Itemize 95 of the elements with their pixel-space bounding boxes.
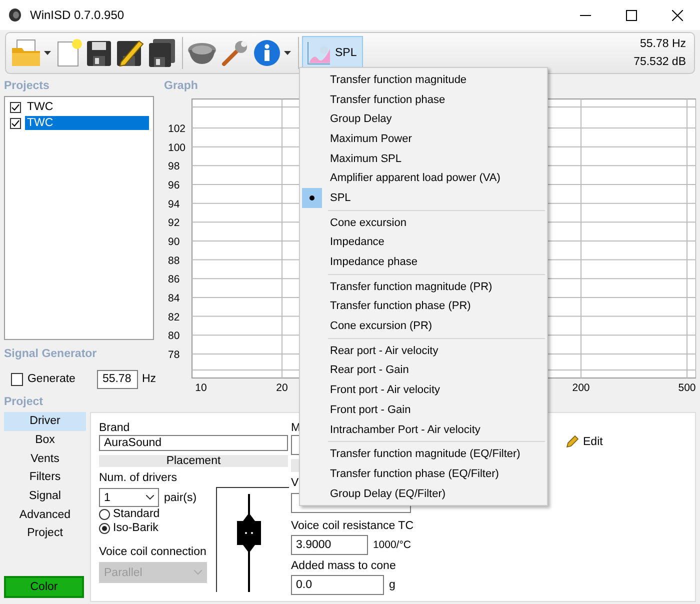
menu-item[interactable]: Cone excursion: [300, 212, 547, 232]
axis-label: 88: [168, 254, 180, 267]
close-icon[interactable]: [672, 10, 682, 20]
project-item[interactable]: TWC: [25, 100, 56, 114]
project-item[interactable]: TWC: [25, 116, 149, 130]
nav-tab[interactable]: Signal: [4, 486, 86, 506]
menu-item[interactable]: Transfer function magnitude (EQ/Filter): [300, 444, 547, 464]
radio-button[interactable]: [99, 522, 110, 534]
unit-label: 1000/°C: [372, 539, 411, 551]
caret-icon[interactable]: [284, 51, 291, 55]
nav-tab[interactable]: Box: [4, 430, 86, 450]
maximize-icon[interactable]: [626, 10, 636, 20]
brand-field[interactable]: AuraSound: [99, 435, 288, 451]
unit-label: g: [389, 579, 396, 591]
menu-item[interactable]: Maximum SPL: [300, 148, 547, 168]
bullet-icon: [309, 194, 315, 201]
readout-text: 75.532 dB: [634, 56, 686, 68]
axis-label: 200: [572, 382, 590, 394]
axis-label: 90: [168, 236, 180, 248]
menu-item[interactable]: Impedance phase: [300, 252, 547, 272]
nav-tab[interactable]: Driver: [4, 412, 86, 431]
nav-tab[interactable]: Project: [4, 524, 86, 543]
menu-item[interactable]: Transfer function phase (EQ/Filter): [300, 464, 547, 484]
menu-item[interactable]: Transfer function phase (PR): [300, 296, 547, 316]
menu-item[interactable]: Group Delay: [300, 109, 547, 130]
nav-tab[interactable]: Advanced: [4, 505, 86, 524]
checkbox[interactable]: [10, 118, 21, 128]
checkbox-label: Generate: [27, 373, 76, 385]
axis-label: 82: [168, 311, 180, 324]
axis-label: 100: [168, 142, 186, 154]
menu-item[interactable]: Maximum Power: [300, 129, 547, 149]
axis-label: 78: [168, 348, 180, 361]
menu-item[interactable]: SPL: [300, 188, 547, 208]
axis-label: 102: [168, 123, 186, 135]
drivers-dropdown[interactable]: 1: [99, 488, 159, 507]
save-as-icon[interactable]: [115, 38, 145, 68]
resistance-tc-field[interactable]: 3.9000: [291, 535, 368, 555]
checkbox[interactable]: [11, 372, 24, 386]
menu-item[interactable]: Rear port - Air velocity: [300, 340, 547, 361]
unit-label: Hz: [142, 373, 156, 385]
axis-label: 500: [678, 382, 696, 394]
section-label: Projects: [4, 80, 50, 94]
axis-label: 10: [195, 382, 207, 394]
field-label: Voice coil resistance TC: [291, 519, 411, 533]
window-title: WinISD 0.7.0.950: [30, 8, 126, 22]
nav-tab[interactable]: Vents: [4, 449, 86, 468]
pencil-icon: [566, 435, 579, 448]
menu-item[interactable]: Front port - Gain: [300, 400, 547, 420]
color-button[interactable]: Color: [4, 576, 84, 598]
section-label: Project: [4, 396, 43, 408]
field-label: Brand: [99, 421, 131, 435]
chart-icon: [306, 40, 332, 66]
menu-item[interactable]: Group Delay (EQ/Filter): [300, 484, 547, 504]
menu-item[interactable]: Cone excursion (PR): [300, 316, 547, 336]
axis-label: 94: [168, 198, 180, 210]
caret-icon[interactable]: [44, 51, 51, 55]
nav-tab[interactable]: Filters: [4, 468, 86, 487]
readout-text: 55.78 Hz: [640, 38, 686, 50]
axis-label: 84: [168, 292, 180, 304]
radio-label: Standard: [113, 508, 160, 520]
radio-label: Iso-Barik: [113, 522, 158, 534]
speaker-icon: [8, 8, 22, 22]
menu-item[interactable]: Amplifier apparent load power (VA): [300, 168, 547, 188]
field-label: Num. of drivers: [99, 471, 178, 485]
axis-label: 20: [276, 382, 288, 394]
added-mass-field[interactable]: 0.0: [291, 575, 384, 595]
save-icon[interactable]: [85, 38, 113, 68]
menu-item[interactable]: Transfer function phase: [300, 90, 547, 110]
radio-button[interactable]: [99, 508, 110, 520]
field-label: Voice coil connection: [99, 545, 208, 559]
axis-label: 96: [168, 180, 180, 192]
save-all-icon[interactable]: [147, 38, 177, 68]
minimize-icon[interactable]: [580, 14, 590, 16]
axis-label: 86: [168, 274, 180, 286]
menu-item[interactable]: Intrachamber Port - Air velocity: [300, 420, 547, 440]
section-label: Signal Generator: [4, 348, 97, 362]
menu-item[interactable]: Front port - Air velocity: [300, 380, 547, 400]
section-label: Graph: [164, 80, 198, 94]
menu-item[interactable]: Transfer function magnitude: [300, 70, 547, 90]
placement-header: Placement: [99, 455, 288, 467]
field-label: Added mass to cone: [291, 559, 397, 573]
graph-type-button[interactable]: SPL: [302, 36, 363, 70]
checkbox[interactable]: [10, 102, 21, 112]
axis-label: 98: [168, 160, 180, 173]
field-label: V: [291, 476, 300, 490]
axis-label: 80: [168, 330, 180, 342]
frequency-field[interactable]: 55.78: [97, 370, 138, 388]
edit-button[interactable]: Edit: [564, 433, 605, 450]
menu-item[interactable]: Rear port - Gain: [300, 360, 547, 380]
unit-label: pair(s): [164, 492, 197, 504]
axis-label: 92: [168, 217, 180, 230]
info-icon[interactable]: [252, 38, 282, 68]
menu-item[interactable]: Impedance: [300, 232, 547, 252]
menu-item[interactable]: Transfer function magnitude (PR): [300, 276, 547, 297]
wrench-icon[interactable]: [220, 38, 250, 68]
